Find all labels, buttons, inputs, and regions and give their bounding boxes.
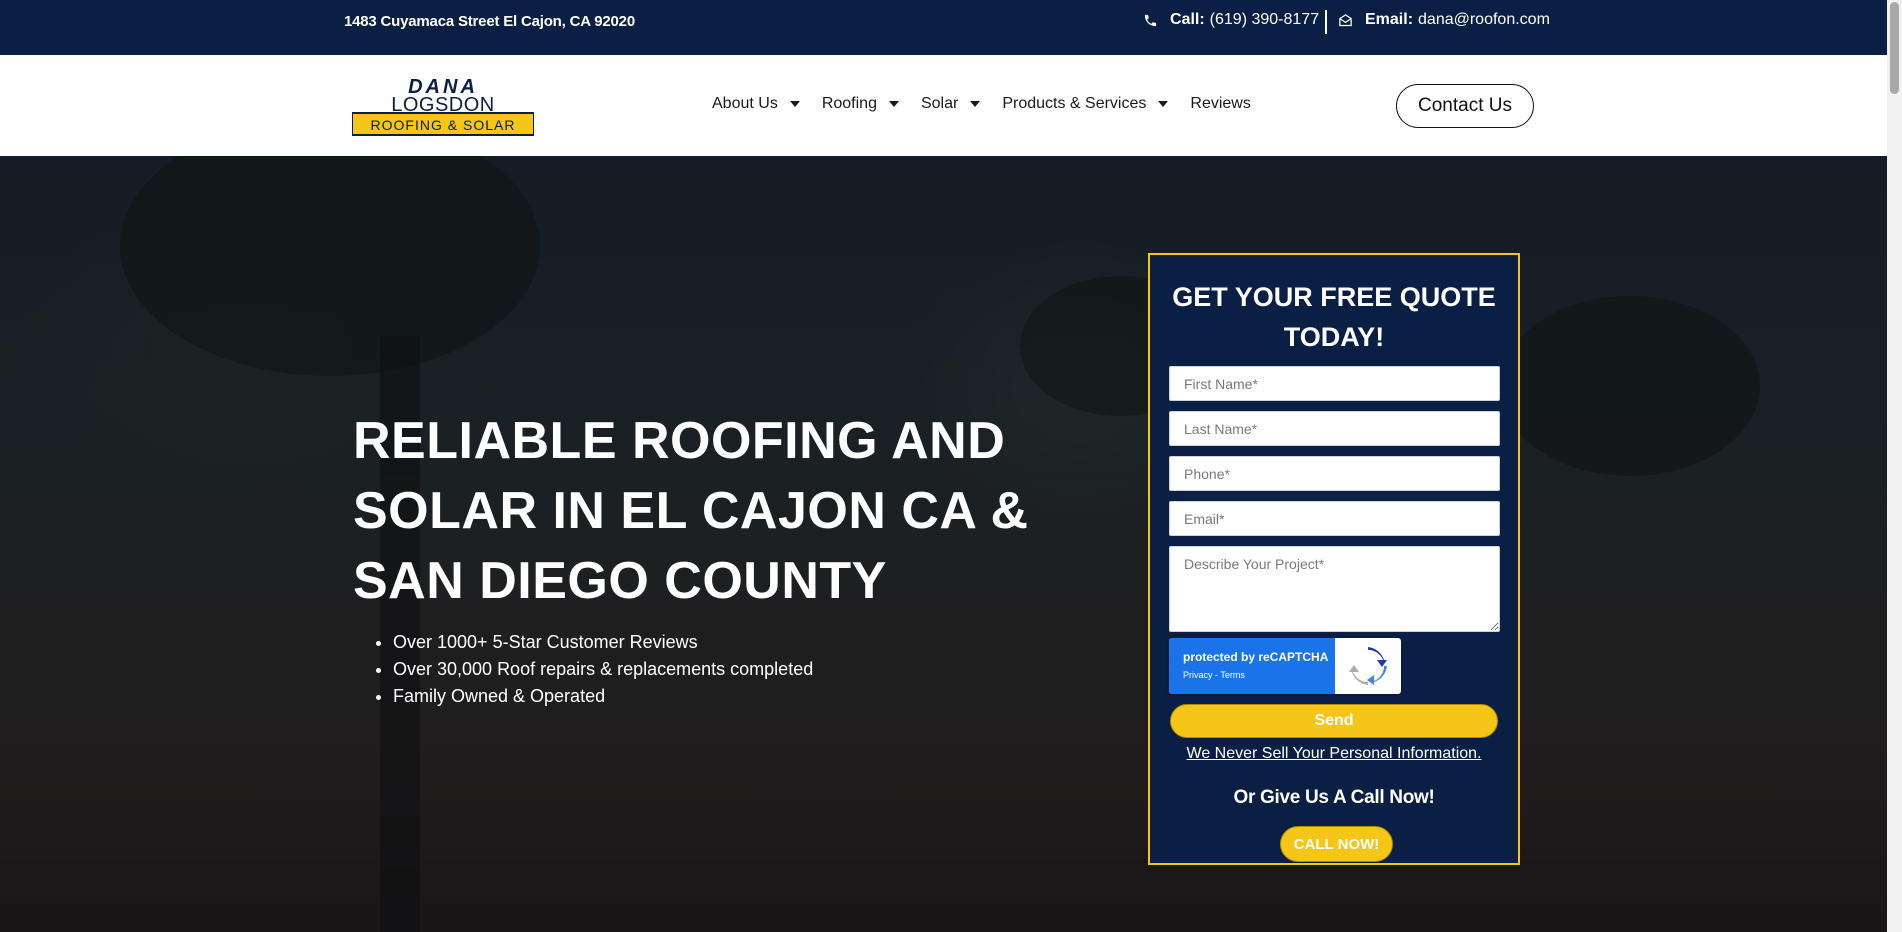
first-name-field[interactable] — [1169, 366, 1500, 401]
recaptcha-panel: protected by reCAPTCHA Privacy - Terms — [1169, 638, 1335, 694]
call-now-button[interactable]: CALL NOW! — [1280, 826, 1393, 862]
nav-label: Products & Services — [1002, 95, 1147, 112]
svg-text:ROOFING & SOLAR: ROOFING & SOLAR — [371, 117, 516, 133]
nav-label: Reviews — [1190, 95, 1251, 112]
call-prompt: Or Give Us A Call Now! — [1233, 787, 1435, 808]
nav-item-about-us[interactable]: About Us — [712, 95, 800, 113]
caret-down-icon — [970, 101, 981, 107]
scrollbar-thumb[interactable] — [1890, 2, 1899, 94]
nav-label: About Us — [712, 95, 778, 112]
hero-bullets: Over 1000+ 5-Star Customer Reviews Over … — [393, 629, 813, 710]
call-number[interactable]: (619) 390-8177 — [1210, 11, 1319, 29]
phone-icon — [1142, 12, 1158, 28]
last-name-field[interactable] — [1169, 411, 1500, 446]
nav-item-reviews[interactable]: Reviews — [1190, 95, 1250, 113]
call-link[interactable]: Call: (619) 390-8177 — [1142, 11, 1319, 29]
recaptcha-links[interactable]: Privacy - Terms — [1183, 670, 1245, 680]
site-header: DANA LOGSDON ROOFING & SOLAR About Us Ro… — [0, 55, 1887, 156]
company-logo[interactable]: DANA LOGSDON ROOFING & SOLAR — [351, 75, 535, 137]
project-description-field[interactable] — [1169, 546, 1500, 632]
bullet-item: Over 1000+ 5-Star Customer Reviews — [393, 629, 813, 656]
hero-headline: RELIABLE ROOFING AND SOLAR IN EL CAJON C… — [353, 412, 1029, 610]
bullet-item: Family Owned & Operated — [393, 683, 813, 710]
main-nav: About Us Roofing Solar Products & Servic… — [712, 95, 1273, 113]
email-address[interactable]: dana@roofon.com — [1418, 11, 1550, 29]
nav-label: Solar — [920, 95, 959, 112]
recaptcha-badge[interactable]: protected by reCAPTCHA Privacy - Terms — [1169, 638, 1401, 694]
recaptcha-text: protected by reCAPTCHA — [1183, 650, 1329, 664]
quote-form: GET YOUR FREE QUOTE TODAY! protected by … — [1148, 253, 1520, 865]
nav-item-roofing[interactable]: Roofing — [822, 95, 899, 113]
address-text: 1483 Cuyamaca Street El Cajon, CA 92020 — [344, 13, 635, 30]
nav-item-products-services[interactable]: Products & Services — [1002, 95, 1169, 113]
nav-item-solar[interactable]: Solar — [920, 95, 981, 113]
svg-text:LOGSDON: LOGSDON — [391, 94, 495, 116]
call-label: Call: — [1170, 11, 1205, 28]
top-bar: 1483 Cuyamaca Street El Cajon, CA 92020 … — [0, 0, 1887, 55]
email-field[interactable] — [1169, 501, 1500, 536]
email-label: Email: — [1365, 11, 1414, 28]
privacy-link[interactable]: We Never Sell Your Personal Information. — [1150, 745, 1518, 763]
recaptcha-icon — [1335, 638, 1401, 694]
page-scrollbar[interactable] — [1887, 0, 1902, 932]
quote-form-title: GET YOUR FREE QUOTE TODAY! — [1172, 282, 1496, 352]
nav-label: Roofing — [821, 95, 877, 112]
topbar-divider — [1325, 10, 1327, 34]
bullet-item: Over 30,000 Roof repairs & replacements … — [393, 656, 813, 683]
caret-down-icon — [1158, 101, 1169, 107]
contact-us-button[interactable]: Contact Us — [1396, 84, 1534, 128]
caret-down-icon — [888, 101, 899, 107]
phone-field[interactable] — [1169, 456, 1500, 491]
email-link[interactable]: Email: dana@roofon.com — [1337, 11, 1550, 29]
hero-section: RELIABLE ROOFING AND SOLAR IN EL CAJON C… — [0, 156, 1887, 932]
send-button[interactable]: Send — [1170, 704, 1498, 738]
envelope-icon — [1337, 12, 1353, 28]
caret-down-icon — [789, 101, 800, 107]
